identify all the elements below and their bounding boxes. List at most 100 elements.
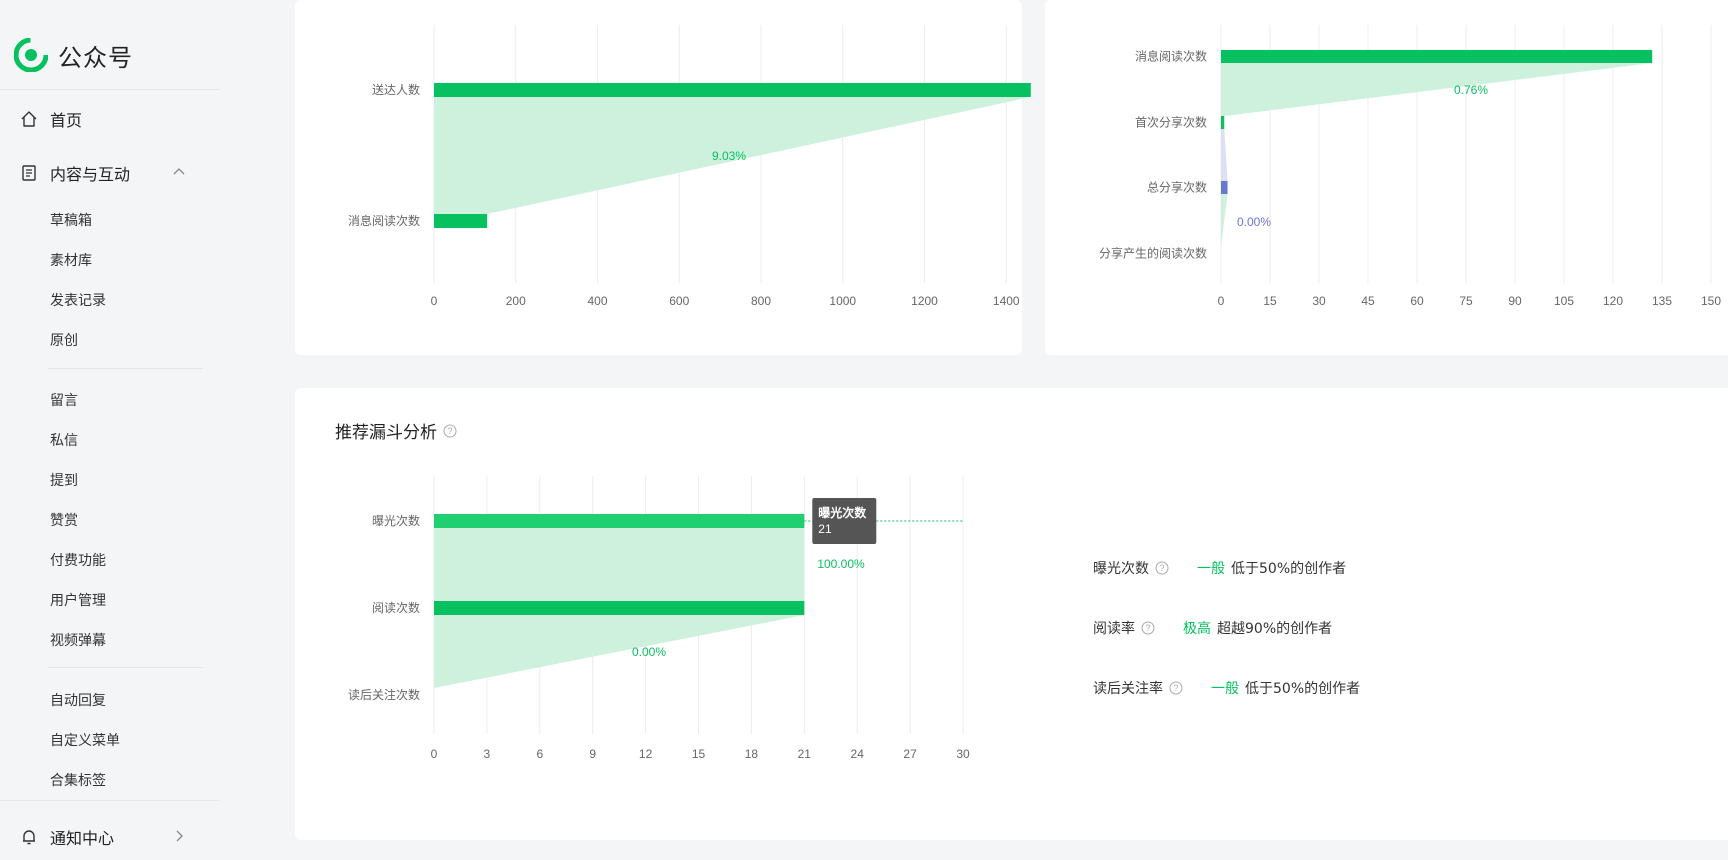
x-tick-label: 150 bbox=[1701, 294, 1721, 308]
nav-item[interactable]: 发表记录 bbox=[50, 290, 106, 310]
nav-item[interactable]: 自定义菜单 bbox=[50, 730, 120, 750]
category-label: 总分享次数 bbox=[1147, 180, 1207, 195]
nav-notifications[interactable]: 通知中心 bbox=[20, 825, 114, 849]
nav-item[interactable]: 提到 bbox=[50, 470, 78, 490]
bar bbox=[1221, 50, 1653, 63]
bell-icon bbox=[23, 830, 35, 845]
conversion-rate-label: 0.00% bbox=[632, 645, 666, 659]
card-share-funnel: 0 15 30 45 60 75 90 105 120 135 150 消息阅读次数 首次分享次数 总分享… bbox=[1045, 0, 1728, 355]
x-tick-label: 135 bbox=[1652, 294, 1672, 308]
nav-item[interactable]: 素材库 bbox=[50, 250, 92, 270]
nav-item[interactable]: 私信 bbox=[50, 430, 78, 450]
metric-level: 极高 bbox=[1183, 621, 1211, 637]
x-tick-label: 0 bbox=[431, 747, 438, 761]
metric-description: 超越90%的创作者 bbox=[1217, 621, 1333, 637]
x-tick-label: 6 bbox=[536, 747, 543, 761]
sidebar-divider bbox=[48, 368, 203, 369]
bar bbox=[434, 514, 805, 528]
bar bbox=[1221, 116, 1225, 129]
app-logo[interactable]: 公众号 bbox=[14, 36, 133, 74]
x-tick-label: 45 bbox=[1361, 294, 1375, 308]
nav-content-interaction[interactable]: 内容与互动 bbox=[20, 161, 130, 185]
x-tick-label: 18 bbox=[745, 747, 759, 761]
nav-item[interactable]: 原创 bbox=[50, 330, 78, 350]
nav-item[interactable]: 赞赏 bbox=[50, 510, 78, 530]
x-tick-label: 0 bbox=[431, 294, 438, 308]
nav-notifications-label: 通知中心 bbox=[50, 829, 115, 848]
metric-row: 阅读率? 极高 超越90%的创作者 bbox=[1093, 618, 1332, 638]
bar bbox=[434, 214, 488, 228]
metric-description: 低于50%的创作者 bbox=[1231, 561, 1347, 577]
x-tick-label: 400 bbox=[587, 294, 607, 308]
x-tick-label: 75 bbox=[1459, 294, 1473, 308]
tooltip-box bbox=[812, 498, 877, 544]
x-tick-label: 120 bbox=[1603, 294, 1623, 308]
nav-item[interactable]: 视频弹幕 bbox=[50, 630, 106, 650]
nav-item[interactable]: 用户管理 bbox=[50, 590, 106, 610]
nav-home[interactable]: 首页 bbox=[20, 107, 82, 131]
help-icon[interactable]: ? bbox=[1169, 681, 1183, 695]
tooltip: 曝光次数 21 bbox=[812, 498, 877, 544]
tooltip-value: 21 bbox=[818, 522, 832, 536]
help-icon[interactable]: ? bbox=[1155, 561, 1169, 575]
metric-row: 读后关注率? 一般 低于50%的创作者 bbox=[1093, 678, 1360, 698]
metric-level: 一般 bbox=[1197, 561, 1225, 577]
svg-text:?: ? bbox=[1145, 623, 1150, 633]
metric-label: 读后关注率 bbox=[1093, 681, 1163, 697]
x-tick-label: 90 bbox=[1508, 294, 1522, 308]
nav-content-label: 内容与互动 bbox=[50, 165, 131, 184]
x-tick-label: 30 bbox=[956, 747, 970, 761]
nav-item[interactable]: 留言 bbox=[50, 390, 78, 410]
bar bbox=[434, 601, 805, 615]
nav-home-label: 首页 bbox=[50, 111, 83, 130]
metric-label: 曝光次数 bbox=[1093, 561, 1149, 577]
card-delivery-funnel: 02004006008001000120014001600送达人数消息阅读次数9… bbox=[295, 0, 1102, 355]
x-tick-label: 3 bbox=[484, 747, 491, 761]
category-label: 消息阅读次数 bbox=[348, 213, 420, 228]
x-tick-label: 800 bbox=[751, 294, 771, 308]
nav-item[interactable]: 自动回复 bbox=[50, 690, 106, 710]
category-label: 读后关注次数 bbox=[348, 687, 420, 702]
recommend-funnel-chart: 0 3 6 9 12 15 18 21 24 27 30 曝光次数阅读次数读后关注次数 100.00% 0… bbox=[348, 476, 970, 761]
x-tick-label: 600 bbox=[669, 294, 689, 308]
bar bbox=[1221, 181, 1228, 194]
x-tick-label: 24 bbox=[851, 747, 865, 761]
nav-item[interactable]: 付费功能 bbox=[50, 550, 106, 570]
svg-text:?: ? bbox=[1159, 563, 1164, 573]
x-tick-label: 1200 bbox=[911, 294, 938, 308]
help-icon[interactable]: ? bbox=[1141, 621, 1155, 635]
x-tick-label: 1000 bbox=[829, 294, 856, 308]
chevron-right-icon[interactable] bbox=[172, 829, 186, 843]
conversion-rate-label: 100.00% bbox=[817, 557, 865, 571]
category-label: 阅读次数 bbox=[372, 600, 420, 615]
x-tick-label: 12 bbox=[639, 747, 653, 761]
x-tick-label: 9 bbox=[589, 747, 596, 761]
x-tick-label: 15 bbox=[692, 747, 706, 761]
category-label: 首次分享次数 bbox=[1135, 115, 1207, 130]
sidebar: 公众号 首页 内容与互动 草稿箱素材库发表记录原创 留言私信提到赞赏付费功能用户… bbox=[0, 0, 220, 860]
chevron-up-icon[interactable] bbox=[172, 165, 186, 179]
sidebar-divider bbox=[0, 800, 220, 801]
x-tick-label: 21 bbox=[798, 747, 812, 761]
card-recommend-funnel: 推荐漏斗分析 ? 0 3 6 9 12 15 18 21 24 27 30 曝光次数 阅读次数 读后关注次… bbox=[295, 388, 1728, 840]
category-label: 分享产生的阅读次数 bbox=[1099, 246, 1207, 261]
bar bbox=[434, 83, 1031, 97]
svg-text:?: ? bbox=[1173, 683, 1178, 693]
category-label: 消息阅读次数 bbox=[1135, 49, 1207, 64]
app-name: 公众号 bbox=[58, 43, 133, 72]
metric-row: 曝光次数? 一般 低于50%的创作者 bbox=[1093, 558, 1346, 578]
sidebar-divider bbox=[0, 89, 220, 90]
category-label: 送达人数 bbox=[372, 82, 420, 97]
share-funnel-chart: 0 15 30 45 60 75 90 105 120 135 150 消息阅读次数首次分享次数总分享… bbox=[1099, 25, 1721, 308]
metric-description: 低于50%的创作者 bbox=[1245, 681, 1361, 697]
x-tick-label: 60 bbox=[1410, 294, 1424, 308]
wechat-official-logo-icon bbox=[14, 38, 48, 72]
nav-item[interactable]: 草稿箱 bbox=[50, 210, 92, 230]
category-label: 曝光次数 bbox=[372, 513, 420, 528]
x-tick-label: 27 bbox=[903, 747, 917, 761]
nav-item[interactable]: 合集标签 bbox=[50, 770, 106, 790]
funnel-connector bbox=[1221, 129, 1228, 181]
funnel-connector bbox=[434, 615, 805, 688]
home-icon bbox=[21, 111, 37, 127]
x-tick-label: 105 bbox=[1554, 294, 1574, 308]
